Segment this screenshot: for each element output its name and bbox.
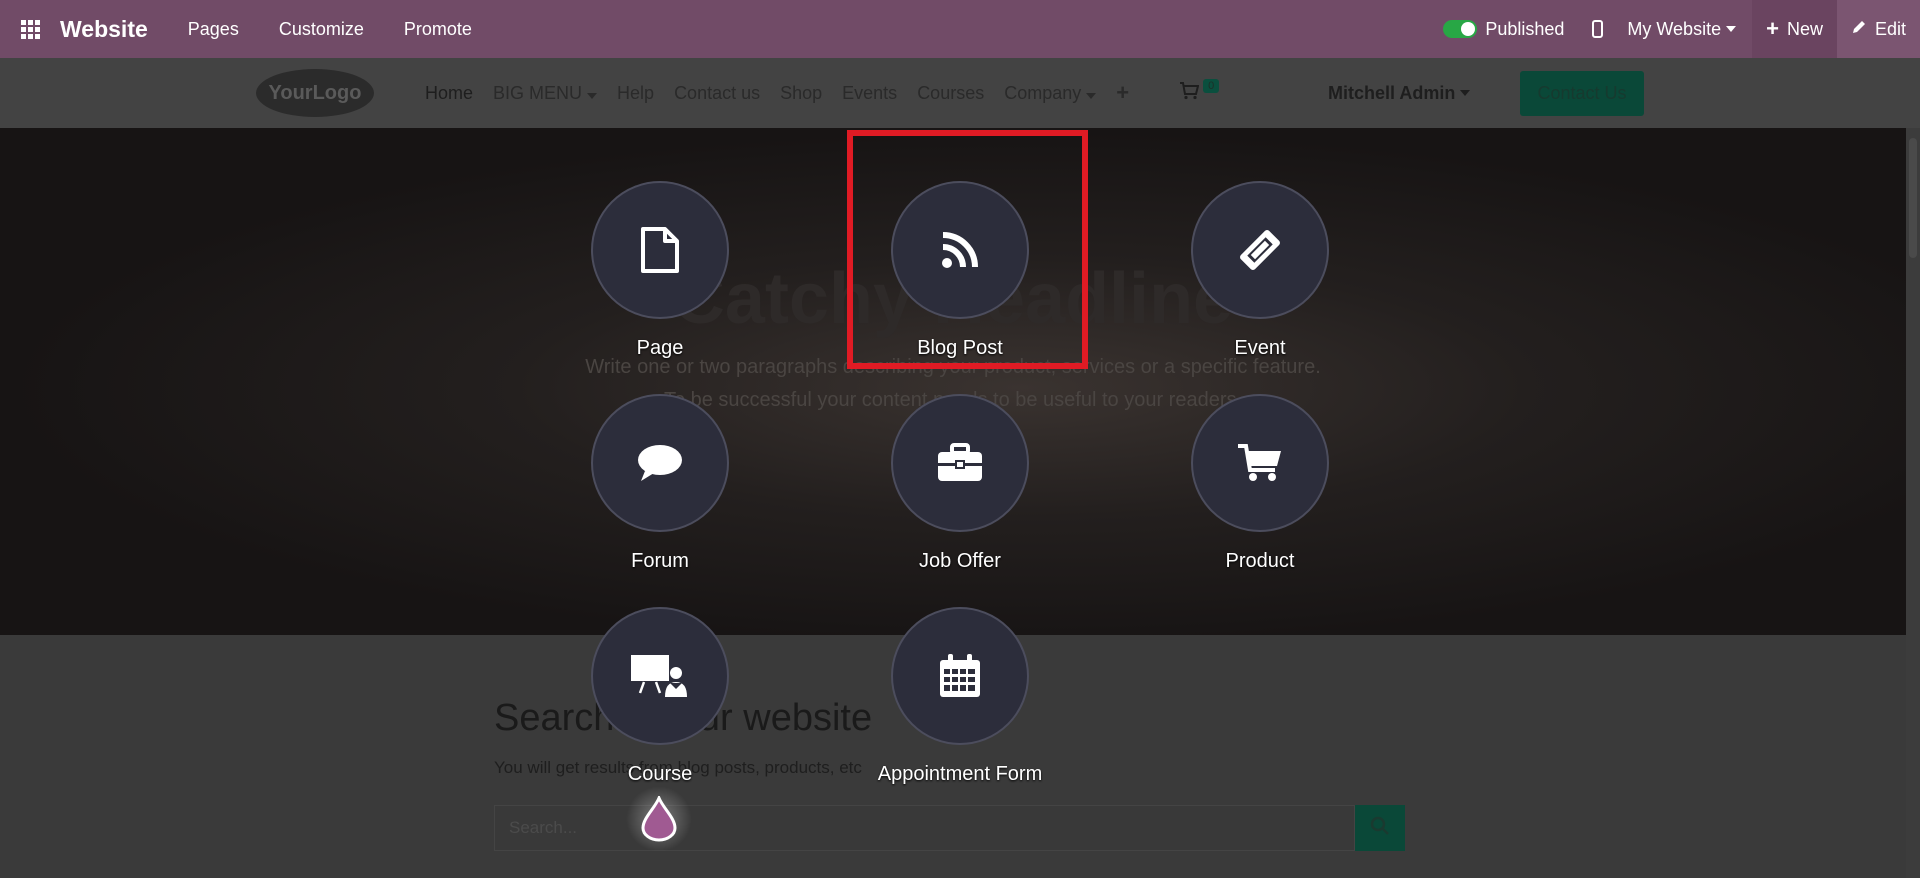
caret-down-icon [1460, 90, 1471, 96]
new-button[interactable]: + New [1752, 0, 1837, 58]
app-brand[interactable]: Website [60, 16, 148, 43]
cart-link[interactable]: 0 [1179, 79, 1220, 105]
new-course-tile[interactable]: Course [591, 607, 729, 785]
nav-courses[interactable]: Courses [907, 83, 994, 104]
plus-icon: + [1766, 16, 1779, 41]
tile-circle[interactable] [891, 607, 1029, 745]
site-nav: Home BIG MENU Help Contact us Shop Event… [415, 58, 1220, 128]
new-job-offer-tile[interactable]: Job Offer [891, 394, 1029, 572]
presentation-icon [630, 653, 690, 699]
calendar-icon [939, 653, 981, 699]
tile-label: Event [1234, 337, 1286, 359]
tile-circle[interactable] [1191, 394, 1329, 532]
caret-down-icon [587, 92, 598, 99]
user-menu[interactable]: Mitchell Admin [1328, 58, 1471, 128]
tile-label: Course [627, 763, 693, 785]
caret-down-icon [1726, 26, 1737, 32]
caret-down-icon [1086, 92, 1097, 99]
droplet-cursor-icon [626, 786, 692, 852]
nav-company[interactable]: Company [994, 83, 1106, 104]
published-toggle[interactable]: Published [1425, 0, 1582, 58]
new-product-tile[interactable]: Product [1191, 394, 1329, 572]
nav-home[interactable]: Home [415, 83, 483, 104]
new-page-tile[interactable]: Page [591, 181, 729, 359]
new-button-label: New [1786, 18, 1823, 39]
comment-icon [637, 443, 683, 483]
new-appointment-form-tile[interactable]: Appointment Form [878, 607, 1042, 785]
website-selector-label: My Website [1627, 18, 1722, 39]
tile-label: Forum [631, 550, 689, 572]
nav-help[interactable]: Help [607, 83, 664, 104]
new-event-tile[interactable]: Event [1191, 181, 1329, 359]
tile-circle[interactable] [591, 607, 729, 745]
nav-big-menu[interactable]: BIG MENU [483, 83, 607, 104]
search-button[interactable] [1355, 805, 1405, 851]
published-label: Published [1485, 18, 1565, 39]
apps-menu-icon[interactable] [0, 0, 60, 58]
menu-customize[interactable]: Customize [259, 0, 384, 58]
nav-big-menu-label: BIG MENU [493, 82, 583, 103]
site-header: YourLogo Home BIG MENU Help Contact us S… [0, 58, 1920, 128]
website-selector[interactable]: My Website [1627, 19, 1752, 40]
shopping-cart-icon [1179, 81, 1200, 105]
edit-button-label: Edit [1874, 18, 1906, 39]
scrollbar-thumb[interactable] [1909, 138, 1917, 258]
menu-pages[interactable]: Pages [168, 0, 259, 58]
briefcase-icon [937, 443, 983, 483]
new-forum-tile[interactable]: Forum [591, 394, 729, 572]
tile-label: Product [1225, 550, 1295, 572]
contact-us-button[interactable]: Contact Us [1520, 71, 1644, 116]
cart-count-badge: 0 [1203, 79, 1220, 93]
highlight-box [847, 130, 1088, 369]
tile-circle[interactable] [591, 394, 729, 532]
search-input[interactable]: Search... [494, 805, 1355, 851]
page-scrollbar[interactable] [1906, 128, 1920, 878]
nav-company-label: Company [1004, 82, 1082, 103]
ticket-icon [1236, 226, 1284, 274]
search-icon [1370, 816, 1390, 841]
edit-button[interactable]: Edit [1836, 0, 1920, 58]
tile-label: Page [636, 337, 684, 359]
admin-navbar: Website Pages Customize Promote Publishe… [0, 0, 1920, 58]
file-icon [640, 226, 680, 274]
tile-label: Job Offer [919, 550, 1001, 572]
nav-shop[interactable]: Shop [770, 83, 832, 104]
tile-label: Appointment Form [877, 763, 1043, 785]
pencil-icon [1851, 19, 1867, 40]
tile-circle[interactable] [1191, 181, 1329, 319]
toggle-switch-icon[interactable] [1443, 20, 1478, 38]
menu-promote[interactable]: Promote [384, 0, 492, 58]
tile-circle[interactable] [591, 181, 729, 319]
site-logo[interactable]: YourLogo [256, 69, 374, 117]
mobile-preview-icon[interactable] [1592, 20, 1604, 38]
nav-contact-us[interactable]: Contact us [664, 83, 770, 104]
tile-circle[interactable] [891, 394, 1029, 532]
add-menu-plus-icon[interactable]: + [1106, 80, 1139, 106]
user-name: Mitchell Admin [1328, 82, 1456, 103]
shopping-cart-icon [1237, 443, 1283, 483]
nav-events[interactable]: Events [832, 83, 907, 104]
